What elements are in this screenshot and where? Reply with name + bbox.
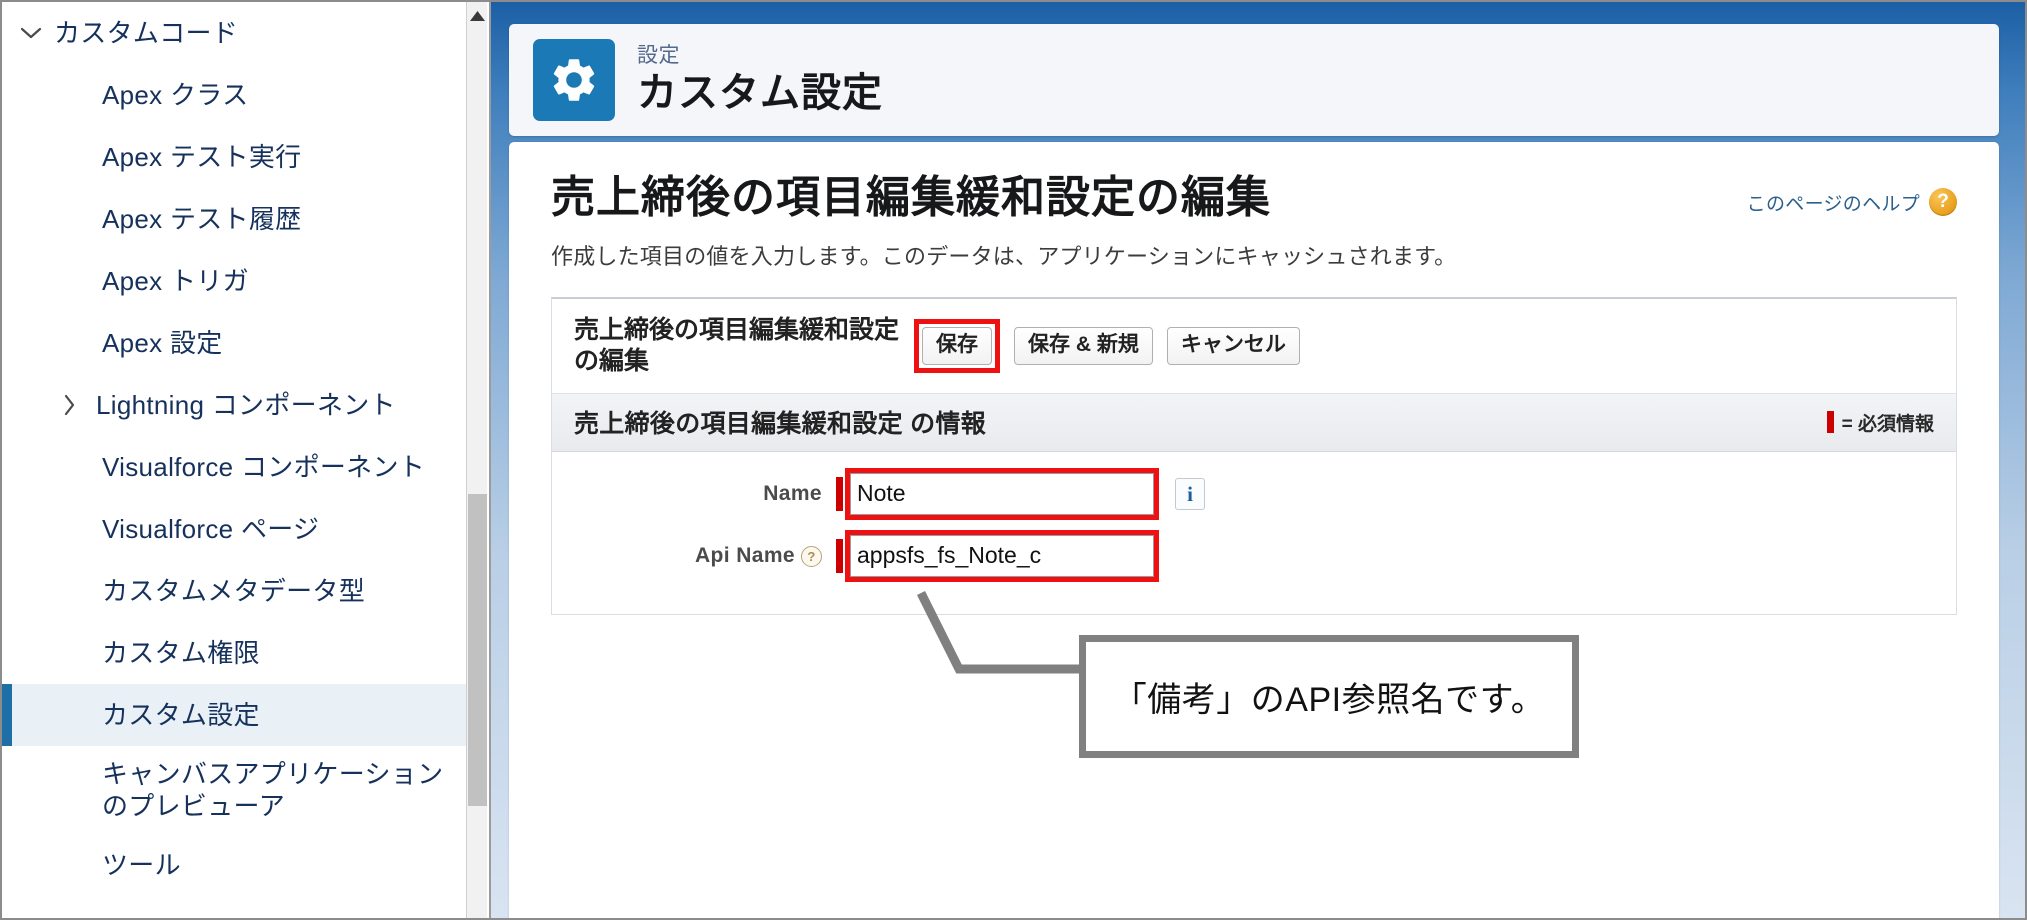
sidebar-item-label: キャンバスアプリケーション のプレビューア: [102, 758, 443, 823]
sidebar-item-label: ツール: [102, 849, 181, 882]
sidebar-nav-list: カスタムコード Apex クラス Apex テスト実行 Apex テスト履歴 Apex …: [2, 2, 468, 920]
sidebar-item-label: Apex テスト履歴: [102, 203, 302, 236]
page-help-label: このページのヘルプ: [1747, 189, 1920, 216]
sidebar-item-label: Visualforce ページ: [102, 513, 319, 546]
field-label-api-name-text: Api Name: [695, 544, 795, 568]
screenshot-root: カスタムコード Apex クラス Apex テスト実行 Apex テスト履歴 Apex …: [0, 0, 2027, 920]
main-content-area: 設定 カスタム設定 売上締後の項目編集緩和設定の編集 このページのヘルプ ? 作…: [491, 2, 2025, 920]
name-input[interactable]: [850, 473, 1154, 515]
sidebar-item-label: カスタムメタデータ型: [102, 575, 365, 608]
sidebar-item-8[interactable]: Visualforce ページ: [2, 498, 468, 560]
setup-header-card: 設定 カスタム設定: [509, 24, 1999, 136]
form-section-title: 売上締後の項目編集緩和設定 の情報: [574, 404, 986, 440]
sidebar-item-label: カスタムコード: [54, 17, 238, 50]
field-row-name: Name i: [552, 468, 1956, 520]
sidebar-item-6[interactable]: Lightning コンポーネント: [2, 374, 468, 436]
sidebar-item-label: Apex テスト実行: [102, 141, 302, 174]
api-name-input-highlight: [845, 530, 1159, 582]
sidebar-item-label: Lightning コンポーネント: [96, 389, 396, 422]
question-mark-icon[interactable]: ?: [1929, 188, 1957, 216]
form-action-buttons: 保存 保存 & 新規 キャンセル: [914, 319, 1300, 372]
field-label-api-name: Api Name ?: [552, 544, 836, 568]
page-content-card: 売上締後の項目編集緩和設定の編集 このページのヘルプ ? 作成した項目の値を入力…: [509, 142, 1999, 920]
scroll-up-arrow-icon[interactable]: [467, 4, 488, 28]
save-and-new-button[interactable]: 保存 & 新規: [1014, 327, 1153, 364]
header-eyebrow: 設定: [637, 44, 883, 67]
required-legend-label: = 必須情報: [1842, 409, 1934, 436]
save-button-highlight: 保存: [914, 319, 1000, 372]
sidebar-item-2[interactable]: Apex テスト実行: [2, 126, 468, 188]
sidebar-item-label: カスタム権限: [102, 637, 260, 670]
sidebar-item-0[interactable]: カスタムコード: [2, 2, 468, 64]
annotation-callout-text: 「備考」のAPI参照名です。: [1113, 672, 1545, 721]
sidebar-item-3[interactable]: Apex テスト履歴: [2, 188, 468, 250]
sidebar-item-1[interactable]: Apex クラス: [2, 64, 468, 126]
required-marker-name-icon: [836, 477, 843, 511]
header-title: カスタム設定: [637, 70, 883, 116]
cancel-button[interactable]: キャンセル: [1167, 327, 1300, 364]
api-name-input[interactable]: [850, 535, 1154, 577]
page-help-link[interactable]: このページのヘルプ ?: [1747, 188, 1957, 216]
chevron-right-icon[interactable]: [62, 394, 96, 416]
sidebar-item-4[interactable]: Apex トリガ: [2, 250, 468, 312]
required-field-legend: = 必須情報: [1827, 409, 1934, 436]
sidebar-item-label: Apex クラス: [102, 79, 248, 112]
info-icon[interactable]: i: [1175, 478, 1205, 510]
page-title: 売上締後の項目編集緩和設定の編集: [551, 172, 1271, 225]
page-description: 作成した項目の値を入力します。このデータは、アプリケーションにキャッシュされます…: [551, 239, 1957, 271]
sidebar-item-5[interactable]: Apex 設定: [2, 312, 468, 374]
sidebar-item-label: Apex 設定: [102, 327, 223, 360]
save-button[interactable]: 保存: [922, 327, 992, 364]
required-marker-icon: [1827, 411, 1834, 433]
form-panel-title: 売上締後の項目編集緩和設定 の編集: [574, 315, 904, 378]
field-label-name: Name: [552, 482, 836, 506]
sidebar-item-label: Apex トリガ: [102, 265, 249, 298]
field-label-name-text: Name: [763, 482, 822, 506]
sidebar-item-13[interactable]: ツール: [2, 834, 468, 896]
field-row-api-name: Api Name ?: [552, 530, 1956, 582]
sidebar-item-label: カスタム設定: [102, 699, 260, 732]
required-marker-api-name-icon: [836, 539, 843, 573]
sidebar-item-11[interactable]: カスタム設定: [2, 684, 468, 746]
sidebar-scrollbar-thumb[interactable]: [468, 494, 487, 806]
sidebar-item-9[interactable]: カスタムメタデータ型: [2, 560, 468, 622]
sidebar-scrollbar-track[interactable]: [466, 2, 487, 920]
sidebar-item-label: Visualforce コンポーネント: [102, 451, 425, 484]
form-fields: Name i Api Name ?: [552, 452, 1956, 614]
gear-icon: [533, 39, 615, 121]
sidebar-item-10[interactable]: カスタム権限: [2, 622, 468, 684]
chevron-down-icon[interactable]: [20, 26, 54, 40]
sidebar-item-12[interactable]: キャンバスアプリケーション のプレビューア: [2, 746, 468, 834]
setup-sidebar: カスタムコード Apex クラス Apex テスト実行 Apex テスト履歴 Apex …: [2, 2, 491, 920]
edit-form-panel: 売上締後の項目編集緩和設定 の編集 保存 保存 & 新規 キャンセル 売上締後の…: [551, 297, 1957, 616]
annotation-callout: 「備考」のAPI参照名です。: [1079, 635, 1579, 758]
help-question-icon[interactable]: ?: [801, 546, 822, 567]
name-input-highlight: [845, 468, 1159, 520]
header-text-block: 設定 カスタム設定: [637, 44, 883, 115]
sidebar-item-7[interactable]: Visualforce コンポーネント: [2, 436, 468, 498]
form-panel-header: 売上締後の項目編集緩和設定 の編集 保存 保存 & 新規 キャンセル: [552, 299, 1956, 395]
page-title-row: 売上締後の項目編集緩和設定の編集 このページのヘルプ ?: [551, 172, 1957, 225]
form-section-bar: 売上締後の項目編集緩和設定 の情報 = 必須情報: [552, 394, 1956, 452]
